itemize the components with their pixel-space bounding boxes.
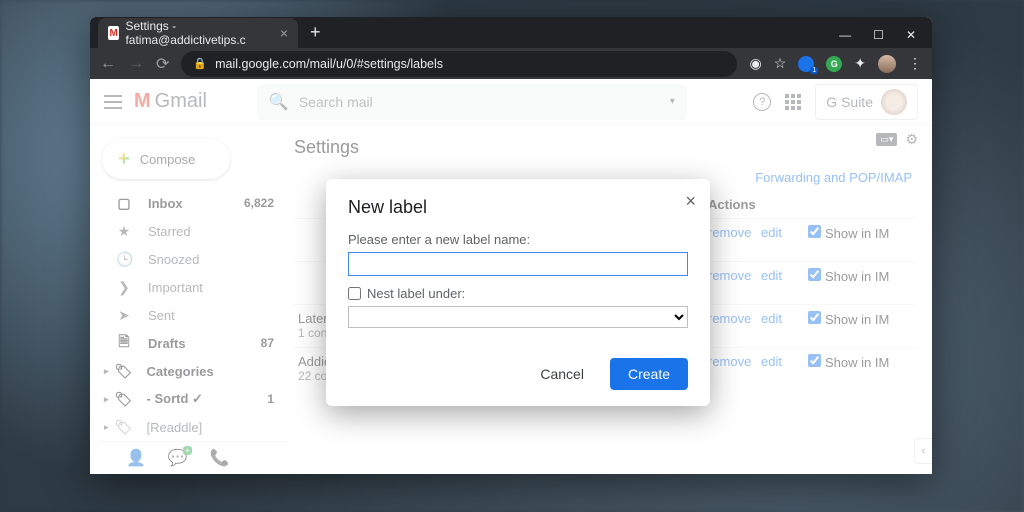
create-button[interactable]: Create xyxy=(610,358,688,390)
new-tab-button[interactable]: + xyxy=(298,22,333,43)
close-tab-icon[interactable]: × xyxy=(280,25,288,41)
eye-icon[interactable]: ◉ xyxy=(749,55,761,72)
profile-avatar-icon[interactable] xyxy=(878,55,896,73)
browser-toolbar: ← → ⟳ 🔒 mail.google.com/mail/u/0/#settin… xyxy=(90,48,932,79)
gmail-app: M Gmail 🔍 ▾ ? G Suite + xyxy=(90,79,932,474)
bookmark-star-icon[interactable]: ☆ xyxy=(774,55,787,72)
browser-tab[interactable]: M Settings - fatima@addictivetips.c × xyxy=(98,18,298,48)
kebab-menu-icon[interactable]: ⋮ xyxy=(908,55,922,72)
cancel-button[interactable]: Cancel xyxy=(522,358,602,390)
minimize-icon[interactable]: — xyxy=(839,28,851,42)
close-window-icon[interactable]: ✕ xyxy=(906,28,916,42)
label-name-input[interactable] xyxy=(348,252,688,276)
grammarly-icon[interactable]: G xyxy=(826,56,842,72)
extension-icons: ◉ ☆ G ✦ ⋮ xyxy=(749,55,922,73)
dialog-close-icon[interactable]: × xyxy=(685,191,696,212)
new-label-dialog: × New label Please enter a new label nam… xyxy=(326,179,710,406)
nest-checkbox[interactable] xyxy=(348,287,361,300)
reload-icon[interactable]: ⟳ xyxy=(156,54,169,74)
nest-parent-select[interactable] xyxy=(348,306,688,328)
label-name-prompt: Please enter a new label name: xyxy=(348,232,688,247)
url-text: mail.google.com/mail/u/0/#settings/label… xyxy=(215,57,443,71)
gmail-favicon: M xyxy=(108,26,119,40)
extensions-puzzle-icon[interactable]: ✦ xyxy=(854,55,866,72)
lock-icon: 🔒 xyxy=(193,57,207,70)
extension-badge-icon[interactable] xyxy=(798,56,814,72)
browser-titlebar: M Settings - fatima@addictivetips.c × + … xyxy=(90,17,932,48)
forward-icon[interactable]: → xyxy=(128,55,144,73)
address-bar[interactable]: 🔒 mail.google.com/mail/u/0/#settings/lab… xyxy=(181,51,737,77)
maximize-icon[interactable]: ☐ xyxy=(873,28,884,42)
browser-window: M Settings - fatima@addictivetips.c × + … xyxy=(90,17,932,474)
nest-label-text: Nest label under: xyxy=(367,286,465,301)
back-icon[interactable]: ← xyxy=(100,55,116,73)
window-controls: — ☐ ✕ xyxy=(823,28,932,48)
dialog-title: New label xyxy=(348,197,688,218)
tab-title: Settings - fatima@addictivetips.c xyxy=(125,19,267,47)
